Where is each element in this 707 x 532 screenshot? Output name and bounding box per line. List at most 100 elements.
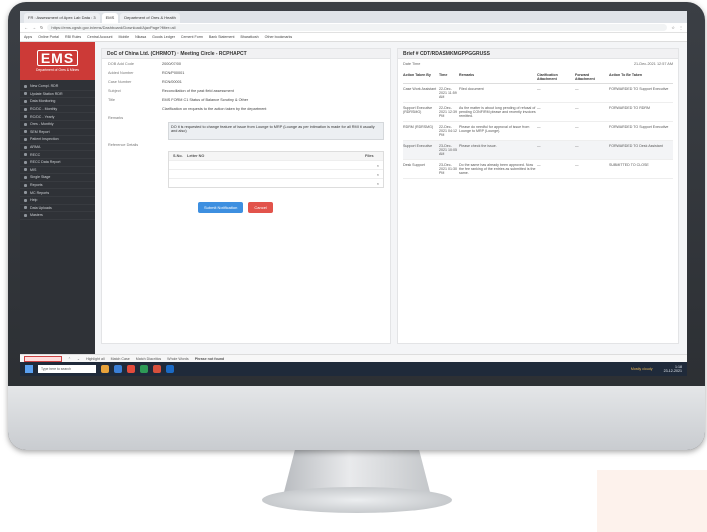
- detail-value: RCN/00001: [162, 79, 182, 84]
- firefox-icon[interactable]: [153, 365, 161, 373]
- action-table: Action Taken By Time Remarks Clarificati…: [403, 71, 673, 179]
- detail-label: [108, 107, 162, 111]
- detail-value: RCN/P00001: [162, 70, 185, 75]
- brief-title: Brief # CDT/RDASMKMGPPGGRUSS: [398, 49, 678, 59]
- bookmark[interactable]: Goods Ledger: [152, 35, 175, 39]
- sidebar: EMS Department of Ores & Mines New Compl…: [20, 42, 95, 354]
- back-icon[interactable]: ←: [24, 25, 28, 30]
- windows-start-icon[interactable]: [25, 365, 33, 373]
- table-cell: —: [537, 125, 541, 129]
- bookmark[interactable]: Bharatkosh: [240, 35, 258, 39]
- bookmark[interactable]: Nikasa: [135, 35, 146, 39]
- sidebar-item[interactable]: New Compl. RDR: [20, 83, 95, 91]
- url-input[interactable]: https://ems.cgwb.gov.in/ems/Dashboard/Do…: [47, 24, 668, 31]
- app-logo[interactable]: EMS Department of Ores & Mines: [20, 42, 95, 80]
- bookmark[interactable]: Mobile: [119, 35, 130, 39]
- remove-icon[interactable]: ×: [377, 164, 379, 168]
- sidebar-item-label: Data Uploads: [30, 205, 52, 210]
- match-case-option[interactable]: Match Case: [111, 357, 130, 361]
- date-label: Date Time: [403, 62, 421, 66]
- table-row[interactable]: ×: [169, 178, 383, 187]
- detail-row: Clarification on requests to the action …: [102, 104, 390, 113]
- word-icon[interactable]: [166, 365, 174, 373]
- browser-tab-active[interactable]: EMS: [101, 13, 119, 23]
- table-row[interactable]: ×: [169, 160, 383, 169]
- sidebar-item[interactable]: ARMA: [20, 144, 95, 152]
- table-cell: —: [537, 106, 541, 110]
- menu-item-icon: [24, 115, 27, 119]
- sidebar-item[interactable]: RC/DC - Yearly: [20, 113, 95, 121]
- file-explorer-icon[interactable]: [101, 365, 109, 373]
- table-cell: RDRM (RDRSMG): [403, 125, 434, 129]
- star-icon[interactable]: ☆: [671, 25, 675, 30]
- find-down-icon[interactable]: ⌄: [77, 357, 80, 361]
- action-table-header: Action Taken By Time Remarks Clarificati…: [403, 71, 673, 84]
- detail-label: DOB Add Code: [108, 61, 134, 66]
- table-row[interactable]: ×: [169, 169, 383, 178]
- taskbar-clock[interactable]: 1:18 23-12-2021: [664, 365, 682, 374]
- table-cell: 23-Dec-2021 01:30 PM: [439, 163, 457, 175]
- bookmark[interactable]: Cement Form: [181, 35, 203, 39]
- sidebar-item[interactable]: RC/DC - Monthly: [20, 106, 95, 114]
- sidebar-item[interactable]: MC Reports: [20, 189, 95, 197]
- sidebar-item[interactable]: Data Monitoring: [20, 98, 95, 106]
- sidebar-item[interactable]: Ores - Monthly: [20, 121, 95, 129]
- sidebar-item[interactable]: RECC Data Report: [20, 159, 95, 167]
- table-cell: 22-Dec-2021 12:39 PM: [439, 106, 457, 118]
- weather-text[interactable]: Mostly cloudy: [631, 367, 653, 371]
- edge-icon[interactable]: [114, 365, 122, 373]
- table-cell: Support Executive (RDRSMG): [403, 106, 433, 114]
- bookmark[interactable]: Other bookmarks: [265, 35, 293, 39]
- sidebar-item[interactable]: Reports: [20, 182, 95, 190]
- browser-tab[interactable]: Department of Ores & Health: [120, 13, 180, 23]
- reload-icon[interactable]: ↻: [40, 25, 43, 30]
- menu-item-icon: [24, 168, 27, 172]
- sidebar-item[interactable]: MIS: [20, 167, 95, 175]
- col-time: Time: [439, 73, 448, 77]
- remove-icon[interactable]: ×: [377, 182, 379, 186]
- submit-button[interactable]: Submit Notification: [198, 202, 244, 213]
- menu-icon[interactable]: ⋮: [679, 25, 683, 30]
- clock-date: 23-12-2021: [663, 369, 682, 373]
- excel-icon[interactable]: [140, 365, 148, 373]
- taskbar-search[interactable]: Type here to search: [38, 365, 96, 373]
- detail-row: Subject Reconciliation of the past field …: [102, 86, 390, 95]
- bookmark[interactable]: Central Account: [87, 35, 112, 39]
- highlight-all-option[interactable]: Highlight all: [86, 357, 105, 361]
- match-diacritics-option[interactable]: Match Diacritics: [136, 357, 161, 361]
- bookmark[interactable]: RBI Rules: [65, 35, 81, 39]
- sidebar-item[interactable]: Patient Inspection: [20, 136, 95, 144]
- find-input[interactable]: [24, 355, 62, 362]
- cancel-button[interactable]: Cancel: [248, 202, 273, 213]
- sidebar-menu: New Compl. RDR Update Station RDR Data Mon…: [20, 80, 95, 220]
- forward-icon[interactable]: →: [32, 25, 36, 30]
- sidebar-item[interactable]: Help: [20, 197, 95, 205]
- sidebar-item-label: ARMA: [30, 145, 41, 150]
- col-letter: Letter NO: [187, 154, 205, 158]
- sidebar-item[interactable]: Data Uploads: [20, 205, 95, 213]
- menu-item-icon: [24, 84, 27, 88]
- detail-value: EMS FORM C1 Status of Balance Scrutiny &…: [162, 97, 249, 102]
- bookmark[interactable]: Online Portal: [38, 35, 59, 39]
- sidebar-item-label: Masters: [30, 213, 43, 218]
- table-cell: FORWARDED TO Support Executive: [609, 125, 669, 129]
- find-up-icon[interactable]: ⌃: [68, 357, 71, 361]
- app-window: EMS Department of Ores & Mines New Compl…: [20, 42, 687, 354]
- bookmark[interactable]: Bank Statement: [209, 35, 235, 39]
- remarks-textarea[interactable]: DO it is requested to change feature of …: [168, 122, 384, 140]
- reference-label: Reference Details: [108, 142, 139, 147]
- sidebar-item[interactable]: Update Station RDR: [20, 91, 95, 99]
- sidebar-item[interactable]: Single Stage: [20, 174, 95, 182]
- sidebar-item[interactable]: SEM Report: [20, 129, 95, 137]
- background-corner: [597, 470, 707, 532]
- sidebar-item[interactable]: Masters: [20, 212, 95, 220]
- remove-icon[interactable]: ×: [377, 173, 379, 177]
- browser-tab[interactable]: FR : Assessment of Apex Lab Data : 3: [24, 13, 100, 23]
- sidebar-item-label: MC Reports: [30, 190, 50, 195]
- chrome-icon[interactable]: [127, 365, 135, 373]
- whole-words-option[interactable]: Whole Words: [167, 357, 189, 361]
- menu-item-icon: [24, 107, 27, 111]
- bookmark[interactable]: Apps: [24, 35, 32, 39]
- sidebar-item-label: RC/DC - Yearly: [30, 114, 55, 119]
- sidebar-item[interactable]: RECC: [20, 151, 95, 159]
